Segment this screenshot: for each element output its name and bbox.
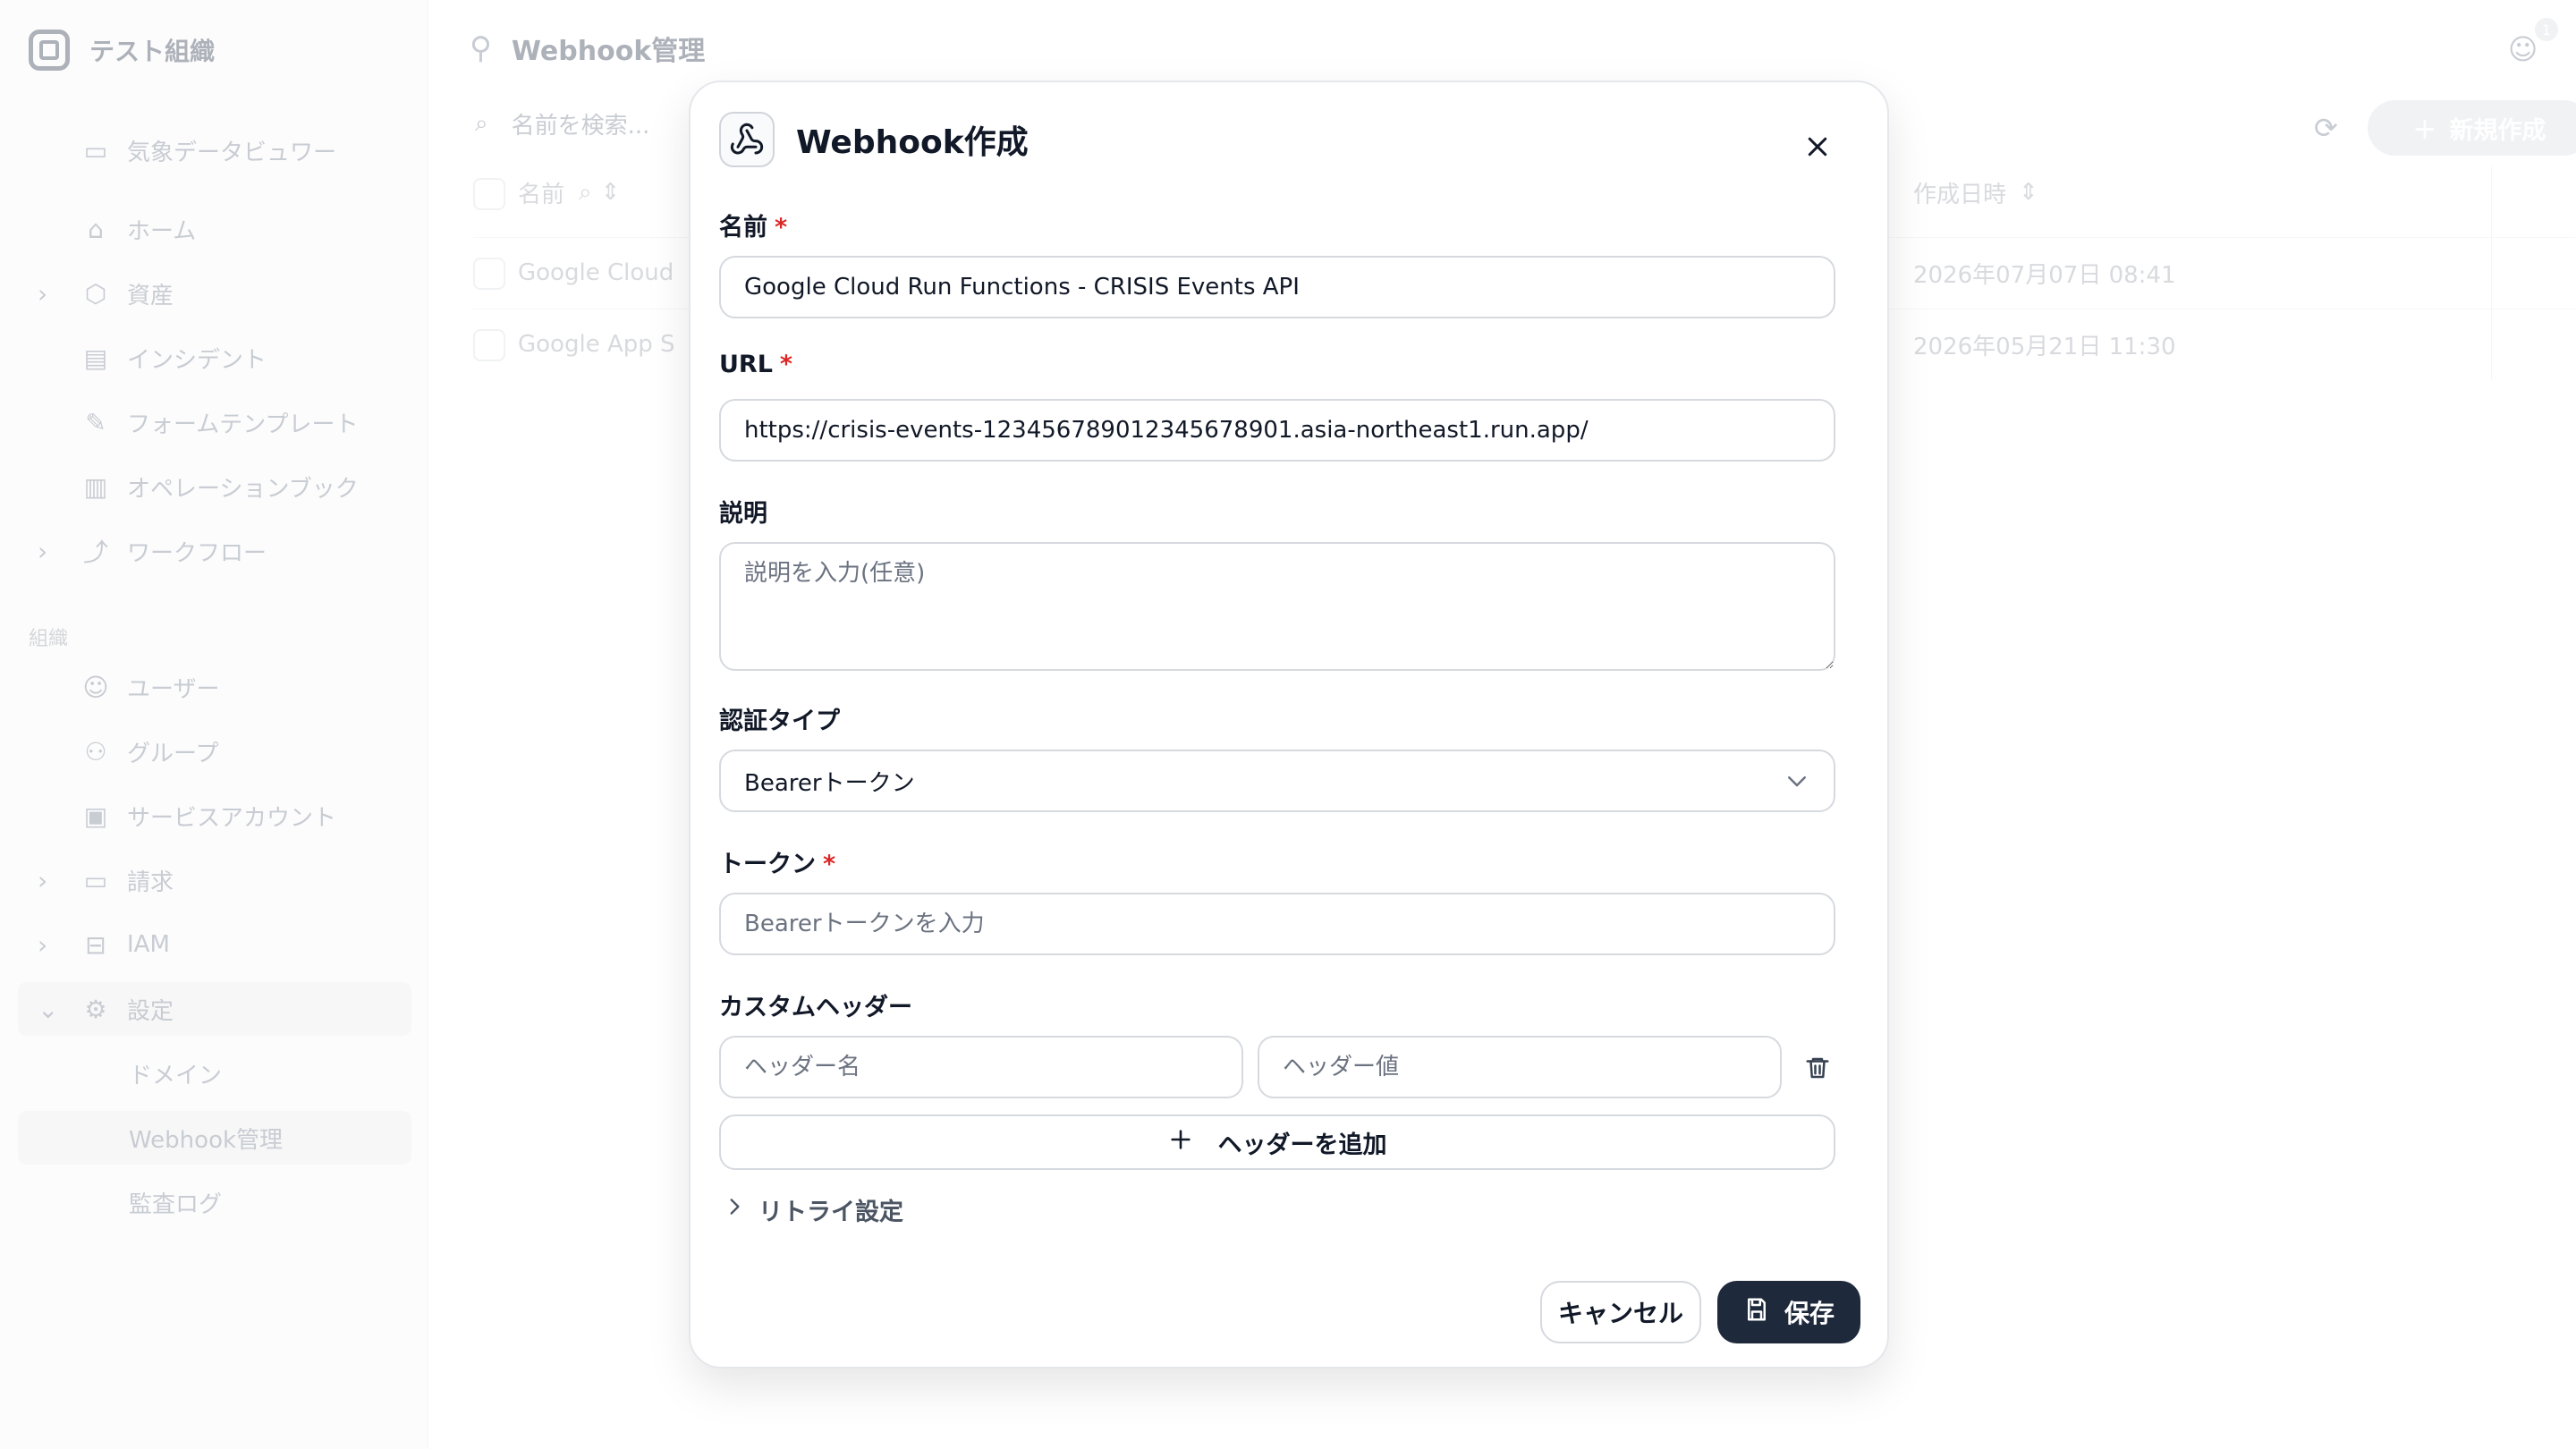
header-name-input[interactable] [719, 1036, 1243, 1098]
add-header-button[interactable]: ヘッダーを追加 [719, 1114, 1835, 1170]
add-header-label: ヘッダーを追加 [1217, 1131, 1387, 1159]
retry-settings-label: リトライ設定 [758, 1198, 903, 1226]
webhook-icon [719, 112, 775, 167]
auth-type-select[interactable]: Bearerトークン [719, 750, 1835, 812]
save-label: 保存 [1784, 1299, 1835, 1328]
cancel-button[interactable]: キャンセル [1540, 1281, 1701, 1343]
token-label-text: トークン [719, 851, 816, 878]
name-label: 名前 * [719, 208, 787, 242]
close-icon[interactable] [1798, 127, 1837, 166]
save-icon [1743, 1296, 1770, 1329]
header-value-input[interactable] [1258, 1036, 1782, 1098]
required-mark: * [779, 351, 793, 378]
header-name-wrap [719, 1036, 1243, 1098]
token-label: トークン * [719, 844, 835, 879]
url-input[interactable] [719, 399, 1835, 462]
required-mark: * [823, 851, 836, 878]
token-input[interactable] [719, 893, 1835, 955]
custom-header-label: カスタムヘッダー [719, 994, 912, 1021]
description-textarea[interactable] [719, 542, 1835, 671]
chevron-right-icon [723, 1195, 746, 1224]
url-label: URL * [719, 351, 792, 378]
name-input[interactable] [719, 256, 1835, 318]
retry-settings-toggle[interactable]: リトライ設定 [723, 1186, 903, 1233]
dialog-header: Webhook作成 [719, 111, 1029, 168]
plus-icon [1168, 1127, 1193, 1158]
header-value-wrap [1258, 1036, 1782, 1098]
save-button[interactable]: 保存 [1717, 1281, 1860, 1343]
custom-header-row [719, 1036, 1835, 1098]
trash-icon[interactable] [1800, 1050, 1835, 1086]
chevron-down-icon [1784, 767, 1810, 801]
required-mark: * [775, 214, 788, 242]
auth-type-label: 認証タイプ [719, 708, 840, 735]
auth-type-value: Bearerトークン [744, 769, 915, 797]
name-label-text: 名前 [719, 214, 767, 242]
webhook-create-dialog: Webhook作成 名前* URL* 説明 認証タイプ Bearerトークン ト… [689, 80, 1889, 1368]
dialog-title: Webhook作成 [796, 124, 1029, 161]
url-label-text: URL [719, 351, 773, 378]
description-label: 説明 [719, 500, 767, 528]
